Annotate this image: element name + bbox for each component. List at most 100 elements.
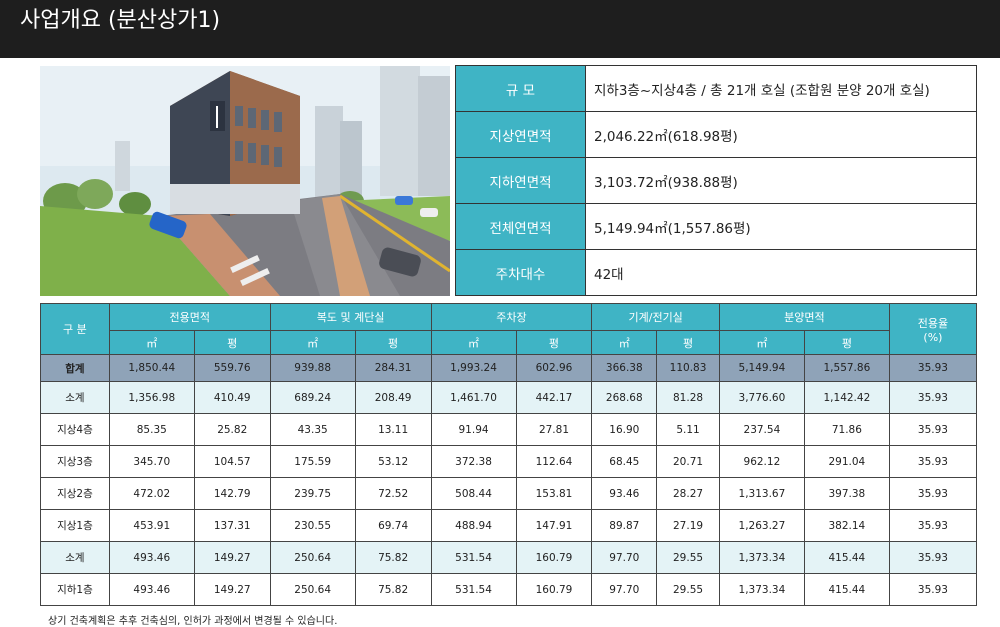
table-cell: 35.93 bbox=[888, 573, 978, 606]
table-cell: 239.75 bbox=[269, 477, 356, 510]
table-cell: 493.46 bbox=[108, 541, 195, 574]
table-cell: 35.93 bbox=[888, 354, 978, 382]
unit-m2-header: ㎡ bbox=[718, 330, 805, 355]
table-cell: 208.49 bbox=[354, 381, 432, 414]
row-label: 지상2층 bbox=[40, 477, 110, 510]
unit-pyeong-header: 평 bbox=[656, 330, 720, 355]
building-rendering-illustration bbox=[40, 66, 450, 296]
table-row: 소계 493.46 149.27 250.64 75.82 531.54 160.79 97.… bbox=[40, 541, 978, 574]
table-cell: 71.86 bbox=[803, 413, 890, 446]
table-cell: 97.70 bbox=[591, 573, 658, 606]
division-header: 구 분 bbox=[40, 303, 110, 355]
table-cell: 1,461.70 bbox=[430, 381, 517, 414]
row-label: 지하1층 bbox=[40, 573, 110, 606]
table-cell: 25.82 bbox=[193, 413, 271, 446]
group-header-sale-area: 분양면적 bbox=[718, 303, 890, 331]
table-cell: 1,557.86 bbox=[803, 354, 890, 382]
table-cell: 85.35 bbox=[108, 413, 195, 446]
table-cell: 508.44 bbox=[430, 477, 517, 510]
table-cell: 142.79 bbox=[193, 477, 271, 510]
unit-pyeong-header: 평 bbox=[354, 330, 432, 355]
table-cell: 284.31 bbox=[354, 354, 432, 382]
table-cell: 104.57 bbox=[193, 445, 271, 478]
table-cell: 43.35 bbox=[269, 413, 356, 446]
table-cell: 16.90 bbox=[591, 413, 658, 446]
table-cell: 149.27 bbox=[193, 573, 271, 606]
table-cell: 250.64 bbox=[269, 541, 356, 574]
ratio-header: 전용율 (%) bbox=[888, 303, 978, 355]
table-cell: 97.70 bbox=[591, 541, 658, 574]
footnote: 상기 건축계획은 추후 건축심의, 인허가 과정에서 변경될 수 있습니다. bbox=[48, 616, 338, 627]
table-cell: 1,142.42 bbox=[803, 381, 890, 414]
unit-m2-header: ㎡ bbox=[430, 330, 517, 355]
building-rendering-image bbox=[40, 66, 450, 296]
table-cell: 250.64 bbox=[269, 573, 356, 606]
table-row: 지상2층 472.02 142.79 239.75 72.52 508.44 153.81 9… bbox=[40, 477, 978, 510]
table-cell: 345.70 bbox=[108, 445, 195, 478]
table-cell: 689.24 bbox=[269, 381, 356, 414]
table-cell: 137.31 bbox=[193, 509, 271, 542]
table-cell: 69.74 bbox=[354, 509, 432, 542]
table-cell: 397.38 bbox=[803, 477, 890, 510]
table-cell: 472.02 bbox=[108, 477, 195, 510]
table-row: 지하1층 493.46 149.27 250.64 75.82 531.54 160.79 9… bbox=[40, 573, 978, 606]
table-cell: 1,993.24 bbox=[430, 354, 517, 382]
unit-pyeong-header: 평 bbox=[193, 330, 271, 355]
table-cell: 93.46 bbox=[591, 477, 658, 510]
table-cell: 442.17 bbox=[515, 381, 593, 414]
unit-m2-header: ㎡ bbox=[108, 330, 195, 355]
summary-row: 지상연면적 2,046.22㎡(618.98평) bbox=[455, 111, 977, 158]
table-cell: 559.76 bbox=[193, 354, 271, 382]
summary-value: 2,046.22㎡(618.98평) bbox=[585, 111, 977, 158]
table-cell: 35.93 bbox=[888, 381, 978, 414]
table-cell: 160.79 bbox=[515, 541, 593, 574]
table-cell: 35.93 bbox=[888, 509, 978, 542]
table-cell: 366.38 bbox=[591, 354, 658, 382]
summary-row: 규 모 지하3층~지상4층 / 총 21개 호실 (조합원 분양 20개 호실) bbox=[455, 65, 977, 112]
summary-label: 지상연면적 bbox=[455, 111, 586, 158]
table-cell: 110.83 bbox=[656, 354, 720, 382]
table-cell: 35.93 bbox=[888, 445, 978, 478]
table-cell: 28.27 bbox=[656, 477, 720, 510]
table-cell: 939.88 bbox=[269, 354, 356, 382]
table-cell: 35.93 bbox=[888, 477, 978, 510]
summary-value: 42대 bbox=[585, 249, 977, 296]
table-cell: 5,149.94 bbox=[718, 354, 805, 382]
table-cell: 81.28 bbox=[656, 381, 720, 414]
page-header: 사업개요 (분산상가1) bbox=[0, 0, 1000, 58]
table-cell: 1,313.67 bbox=[718, 477, 805, 510]
row-label: 소계 bbox=[40, 541, 110, 574]
table-cell: 382.14 bbox=[803, 509, 890, 542]
table-cell: 175.59 bbox=[269, 445, 356, 478]
summary-value: 5,149.94㎡(1,557.86평) bbox=[585, 203, 977, 250]
table-cell: 91.94 bbox=[430, 413, 517, 446]
table-cell: 602.96 bbox=[515, 354, 593, 382]
table-cell: 962.12 bbox=[718, 445, 805, 478]
table-cell: 410.49 bbox=[193, 381, 271, 414]
table-cell: 268.68 bbox=[591, 381, 658, 414]
summary-label: 규 모 bbox=[455, 65, 586, 112]
table-cell: 72.52 bbox=[354, 477, 432, 510]
table-cell: 230.55 bbox=[269, 509, 356, 542]
table-cell: 35.93 bbox=[888, 413, 978, 446]
table-unit-row: ㎡ 평 ㎡ 평 ㎡ 평 ㎡ 평 ㎡ 평 bbox=[41, 330, 977, 355]
table-cell: 20.71 bbox=[656, 445, 720, 478]
row-label: 합계 bbox=[40, 354, 110, 382]
table-row: 소계 1,356.98 410.49 689.24 208.49 1,461.70 442.… bbox=[40, 381, 978, 414]
table-cell: 75.82 bbox=[354, 573, 432, 606]
page-title: 사업개요 (분산상가1) bbox=[20, 8, 221, 33]
table-cell: 453.91 bbox=[108, 509, 195, 542]
group-header-parking: 주차장 bbox=[430, 303, 593, 331]
table-cell: 415.44 bbox=[803, 573, 890, 606]
unit-pyeong-header: 평 bbox=[803, 330, 890, 355]
table-row: 합계 1,850.44 559.76 939.88 284.31 1,993.24 602.… bbox=[40, 354, 978, 382]
table-cell: 112.64 bbox=[515, 445, 593, 478]
table-cell: 68.45 bbox=[591, 445, 658, 478]
table-cell: 531.54 bbox=[430, 573, 517, 606]
unit-m2-header: ㎡ bbox=[591, 330, 658, 355]
table-cell: 27.19 bbox=[656, 509, 720, 542]
table-cell: 75.82 bbox=[354, 541, 432, 574]
table-cell: 1,356.98 bbox=[108, 381, 195, 414]
table-cell: 3,776.60 bbox=[718, 381, 805, 414]
table-row: 지상4층 85.35 25.82 43.35 13.11 91.94 27.81 16.90 5… bbox=[40, 413, 978, 446]
